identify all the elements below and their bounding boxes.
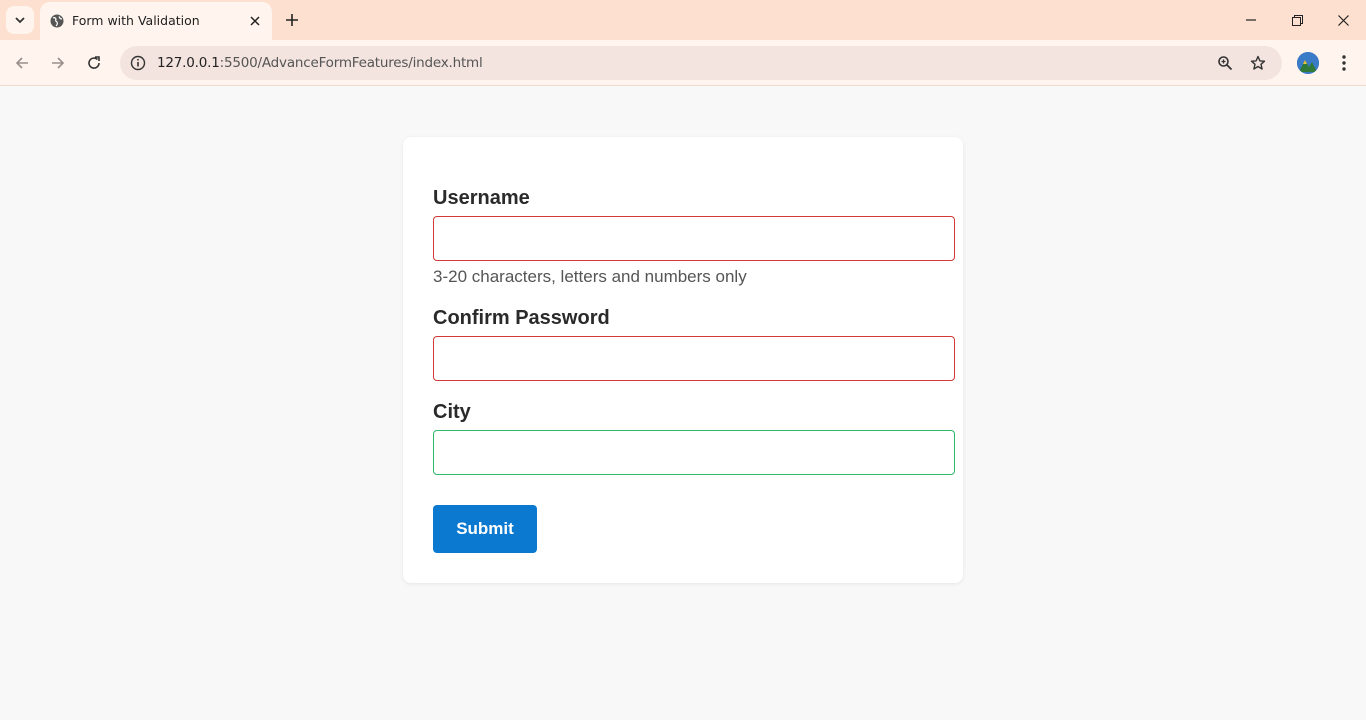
- minimize-button[interactable]: [1240, 10, 1262, 30]
- form-card: Username 3-20 characters, letters and nu…: [403, 137, 963, 583]
- minimize-icon: [1246, 19, 1256, 21]
- info-icon: [130, 55, 146, 71]
- city-input[interactable]: [433, 430, 955, 475]
- tab-search-button[interactable]: [6, 6, 34, 34]
- reload-icon: [88, 56, 100, 69]
- close-icon: [1337, 14, 1349, 26]
- restore-icon: [1291, 14, 1303, 26]
- username-input[interactable]: [433, 216, 955, 261]
- plus-icon: [286, 14, 298, 26]
- arrow-left-icon: [15, 57, 28, 69]
- avatar-icon: [1297, 52, 1319, 74]
- active-tab[interactable]: Form with Validation: [40, 2, 272, 40]
- url-text: 127.0.0.1:5500/AdvanceFormFeatures/index…: [157, 55, 483, 71]
- tab-title: Form with Validation: [72, 13, 200, 28]
- username-hint: 3-20 characters, letters and numbers onl…: [433, 267, 747, 286]
- browser-menu-button[interactable]: [1333, 52, 1355, 74]
- city-label: City: [433, 401, 471, 423]
- bookmark-button[interactable]: [1247, 52, 1269, 74]
- confirm-password-label: Confirm Password: [433, 307, 610, 329]
- globe-icon: [50, 14, 64, 28]
- site-info-button[interactable]: [126, 51, 150, 75]
- back-button[interactable]: [11, 52, 33, 74]
- more-vertical-icon: [1342, 55, 1346, 71]
- address-bar[interactable]: 127.0.0.1:5500/AdvanceFormFeatures/index…: [120, 46, 1282, 80]
- zoom-in-icon: [1218, 56, 1233, 71]
- chevron-down-icon: [15, 17, 25, 24]
- browser-toolbar: 127.0.0.1:5500/AdvanceFormFeatures/index…: [0, 40, 1366, 86]
- star-icon: [1250, 55, 1266, 70]
- tab-bar: Form with Validation: [0, 0, 1366, 40]
- submit-button[interactable]: Submit: [433, 505, 537, 553]
- zoom-button[interactable]: [1214, 52, 1236, 74]
- close-icon: [250, 16, 260, 26]
- profile-avatar[interactable]: [1297, 52, 1319, 74]
- confirm-password-input[interactable]: [433, 336, 955, 381]
- arrow-right-icon: [52, 57, 65, 69]
- tab-close-button[interactable]: [246, 12, 264, 30]
- window-close-button[interactable]: [1332, 10, 1354, 30]
- restore-button[interactable]: [1286, 10, 1308, 30]
- username-label: Username: [433, 187, 530, 209]
- new-tab-button[interactable]: [282, 10, 302, 30]
- reload-button[interactable]: [83, 52, 105, 74]
- forward-button[interactable]: [47, 52, 69, 74]
